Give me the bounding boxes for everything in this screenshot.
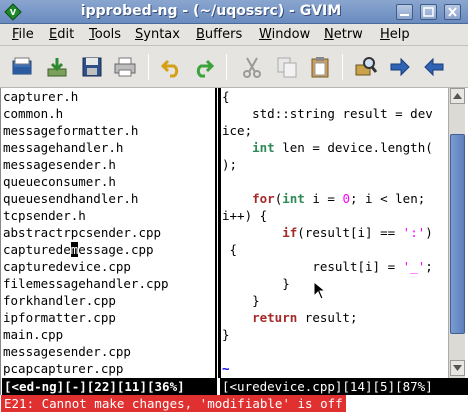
menu-window[interactable]: Window: [259, 27, 310, 42]
toolbar-separator: [226, 54, 227, 80]
code-line[interactable]: }: [222, 275, 447, 292]
menu-netrw[interactable]: Netrw: [324, 27, 363, 42]
close-button[interactable]: [444, 4, 461, 20]
gvim-app-icon: V: [4, 3, 22, 21]
code-line[interactable]: );: [222, 156, 447, 173]
code-line[interactable]: {: [222, 241, 447, 258]
file-list-item[interactable]: abstractrpcsender.cpp: [3, 224, 215, 241]
svg-text:V: V: [10, 8, 17, 17]
menu-help[interactable]: Help: [380, 27, 410, 42]
code-pane[interactable]: { std::string result = dev ice; int len =…: [222, 88, 447, 378]
code-line[interactable]: i++) {: [222, 207, 447, 224]
copy-icon[interactable]: [275, 55, 299, 79]
file-list-item[interactable]: messageformatter.h: [3, 122, 215, 139]
close-icon: [448, 7, 457, 17]
open-icon[interactable]: [10, 55, 34, 79]
code-line[interactable]: ~: [222, 360, 447, 377]
status-lines: [<ed-ng][-][22][11][36%] [<uredevice.cpp…: [1, 378, 468, 395]
code-line[interactable]: }: [222, 292, 447, 309]
toolbar-separator: [148, 54, 149, 80]
file-list-item[interactable]: common.h: [3, 105, 215, 122]
editor-area[interactable]: capturer.h common.h messageformatter.h m…: [0, 88, 468, 395]
file-list-item[interactable]: forkhandler.cpp: [3, 292, 215, 309]
scroll-up-button[interactable]: [450, 88, 465, 104]
code-line[interactable]: {: [222, 88, 447, 105]
window-title: ipprobed-ng - (~/uqossrc) - GVIM: [80, 3, 342, 19]
file-list-item[interactable]: main.cpp: [3, 326, 215, 343]
save-icon[interactable]: [80, 55, 104, 79]
file-list-item[interactable]: ipformatter.cpp: [3, 309, 215, 326]
file-list-item-current[interactable]: capturedemessage.cpp: [3, 241, 215, 258]
minimize-button[interactable]: [396, 4, 413, 20]
code-line[interactable]: for(int i = 0; i < len;: [222, 190, 447, 207]
left-window-status: [<ed-ng][-][22][11][36%]: [2, 378, 217, 395]
maximize-icon: [423, 7, 434, 17]
code-line[interactable]: ice;: [222, 122, 447, 139]
file-list-item[interactable]: queueconsumer.h: [3, 173, 215, 190]
command-line[interactable]: E21: Cannot make changes, 'modifiable' i…: [0, 395, 468, 419]
cut-icon[interactable]: [240, 55, 264, 79]
find-replace-icon[interactable]: [354, 55, 378, 79]
scrollbar-thumb[interactable]: [450, 134, 465, 334]
minimize-icon: [400, 14, 409, 16]
scroll-down-icon: [453, 365, 462, 371]
file-list-item[interactable]: messagehandler.h: [3, 139, 215, 156]
scroll-down-button[interactable]: [450, 360, 465, 376]
code-line[interactable]: }: [222, 326, 447, 343]
code-line[interactable]: return result;: [222, 309, 447, 326]
code-line[interactable]: result[i] = '_';: [222, 258, 447, 275]
paste-icon[interactable]: [308, 55, 332, 79]
menu-buffers[interactable]: Buffers: [196, 27, 242, 42]
menu-file[interactable]: File: [12, 27, 34, 42]
menu-bar: File Edit Tools Syntax Buffers Window Ne…: [0, 24, 468, 46]
file-list-item[interactable]: queuesendhandler.h: [3, 190, 215, 207]
redo-icon[interactable]: [191, 55, 215, 79]
menu-syntax[interactable]: Syntax: [135, 27, 180, 42]
maximize-button[interactable]: [420, 4, 437, 20]
file-list-item[interactable]: messagesender.cpp: [3, 343, 215, 360]
file-list-pane[interactable]: capturer.h common.h messageformatter.h m…: [3, 88, 215, 378]
file-list-item[interactable]: capturer.h: [3, 88, 215, 105]
menu-tools[interactable]: Tools: [89, 27, 121, 42]
file-list-item[interactable]: capturedevice.cpp: [3, 258, 215, 275]
file-list-item[interactable]: messagesender.h: [3, 156, 215, 173]
download-icon[interactable]: [45, 55, 69, 79]
title-bar: V ipprobed-ng - (~/uqossrc) - GVIM: [0, 0, 468, 24]
code-line[interactable]: [222, 173, 447, 190]
code-line[interactable]: if(result[i] == ':'): [222, 224, 447, 241]
code-line[interactable]: int len = device.length(: [222, 139, 447, 156]
vertical-scrollbar[interactable]: [448, 88, 465, 378]
back-icon[interactable]: [422, 55, 446, 79]
menu-edit[interactable]: Edit: [49, 27, 74, 42]
undo-icon[interactable]: [160, 55, 184, 79]
empty-line-marker: ~: [222, 361, 230, 376]
vertical-split-separator[interactable]: [215, 88, 221, 378]
file-list-item[interactable]: filemessagehandler.cpp: [3, 275, 215, 292]
right-window-status: [<uredevice.cpp][14][5][87%]: [220, 378, 468, 395]
code-line[interactable]: std::string result = dev: [222, 105, 447, 122]
file-list-item[interactable]: tcpsender.h: [3, 207, 215, 224]
mouse-pointer-icon: [313, 281, 327, 300]
file-list-item[interactable]: pcapcapturer.cpp: [3, 360, 215, 377]
toolbar-separator: [342, 54, 343, 80]
error-message: E21: Cannot make changes, 'modifiable' i…: [1, 395, 346, 412]
print-icon[interactable]: [113, 55, 137, 79]
code-line[interactable]: [222, 343, 447, 360]
scroll-up-icon: [453, 93, 462, 99]
toolbar: [0, 46, 468, 88]
forward-icon[interactable]: [388, 55, 412, 79]
